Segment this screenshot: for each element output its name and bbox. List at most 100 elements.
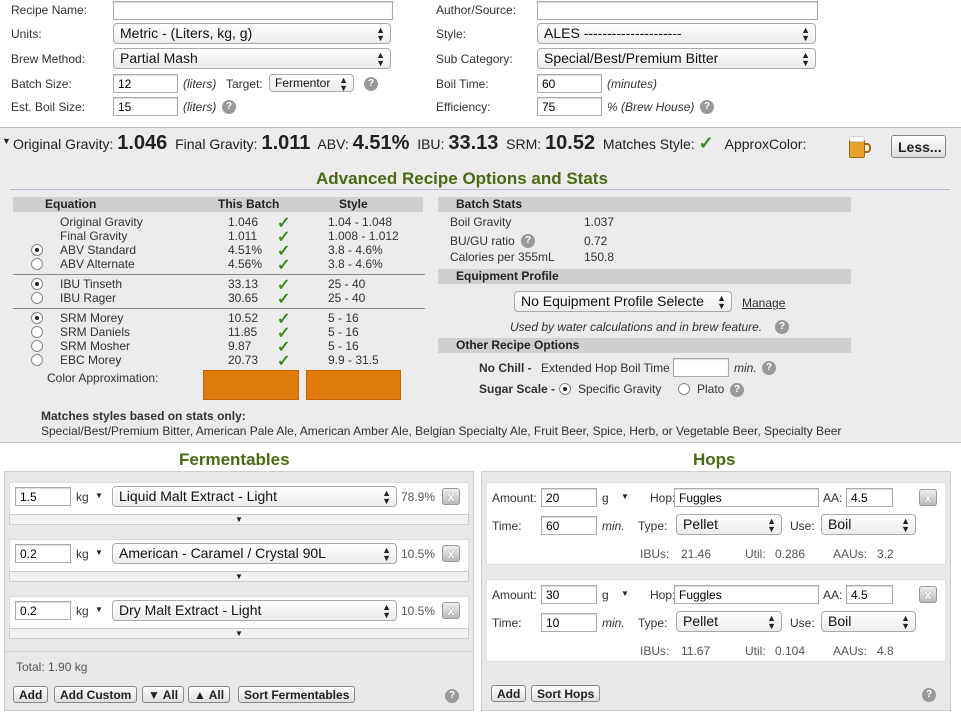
hop-name-input[interactable]	[674, 585, 819, 604]
help-icon[interactable]: ?	[762, 361, 776, 375]
hop-use-select[interactable]: Boil ▲ ▼	[821, 514, 916, 535]
hop-name-input[interactable]	[674, 488, 819, 507]
fermentable-amount-input[interactable]	[15, 544, 71, 563]
plato-radio[interactable]	[678, 383, 690, 395]
unit-dropdown-icon[interactable]: ▼	[95, 491, 103, 500]
expand-row-toggle[interactable]: ▼	[9, 571, 469, 582]
equipment-select[interactable]: No Equipment Profile Selecte ▲ ▼	[514, 291, 732, 312]
fermentable-select[interactable]: American - Caramel / Crystal 90L ▲ ▼	[112, 543, 397, 564]
help-icon[interactable]: ?	[521, 234, 535, 248]
extended-hop-input[interactable]	[673, 358, 729, 377]
add-custom-button[interactable]: Add Custom	[54, 686, 138, 703]
units-select[interactable]: Metric - (Liters, kg, g) ▲ ▼	[113, 23, 391, 44]
manage-link[interactable]: Manage	[742, 296, 785, 310]
recipe-name-input[interactable]	[113, 1, 393, 20]
remove-fermentable-button[interactable]: x	[442, 488, 460, 505]
fermentable-select[interactable]: Dry Malt Extract - Light ▲ ▼	[112, 600, 397, 621]
help-icon[interactable]: ?	[445, 689, 459, 703]
fermentable-select[interactable]: Liquid Malt Extract - Light ▲ ▼	[112, 486, 397, 507]
expand-row-toggle[interactable]: ▼	[9, 628, 469, 639]
fermentable-amount-input[interactable]	[15, 487, 71, 506]
hop-unit[interactable]: g	[602, 588, 609, 602]
equation-radio[interactable]	[31, 340, 43, 352]
remove-hop-button[interactable]: x	[919, 489, 937, 506]
summary-line: Original Gravity: 1.046 Final Gravity: 1…	[13, 132, 806, 155]
equation-radio[interactable]	[31, 312, 43, 324]
batch-size-input[interactable]	[113, 74, 178, 93]
equation-radio[interactable]	[31, 292, 43, 304]
help-icon[interactable]: ?	[364, 77, 378, 91]
efficiency-unit: % (Brew House)	[607, 100, 695, 114]
hop-util-label: Util:	[745, 547, 766, 561]
hop-aa-input[interactable]	[846, 585, 893, 604]
brew-method-select[interactable]: Partial Mash ▲ ▼	[113, 48, 391, 69]
hop-type-select[interactable]: Pellet ▲ ▼	[676, 514, 782, 535]
equation-name: SRM Morey	[60, 311, 124, 325]
equation-radio[interactable]	[31, 258, 43, 270]
divider	[13, 308, 425, 309]
unit-dropdown-icon[interactable]: ▼	[621, 589, 629, 598]
hop-use-select[interactable]: Boil ▲ ▼	[821, 611, 916, 632]
remove-fermentable-button[interactable]: x	[442, 602, 460, 619]
help-icon[interactable]: ?	[700, 100, 714, 114]
help-icon[interactable]: ?	[222, 100, 236, 114]
hop-ibus-value: 21.46	[681, 547, 712, 561]
equation-radio[interactable]	[31, 326, 43, 338]
fermentable-unit[interactable]: kg	[76, 490, 89, 504]
efficiency-input[interactable]	[537, 97, 602, 116]
unit-dropdown-icon[interactable]: ▼	[95, 605, 103, 614]
target-value: Fermentor	[275, 76, 331, 90]
add-fermentable-button[interactable]: Add	[13, 686, 49, 703]
fermentable-percent: 10.5%	[401, 604, 436, 618]
fermentable-name: Dry Malt Extract - Light	[119, 602, 262, 618]
ibu-value: 33.13	[448, 132, 499, 154]
expand-all-button[interactable]: ▲ All	[188, 686, 231, 703]
equation-radio[interactable]	[31, 278, 43, 290]
add-hop-button[interactable]: Add	[491, 685, 527, 702]
fermentable-unit[interactable]: kg	[76, 604, 89, 618]
sort-fermentables-button[interactable]: Sort Fermentables	[238, 686, 356, 703]
expand-row-toggle[interactable]: ▼	[9, 514, 469, 525]
author-label: Author/Source:	[436, 3, 517, 17]
help-icon[interactable]: ?	[775, 320, 789, 334]
hop-amount-input[interactable]	[541, 585, 597, 604]
style-color-swatch	[306, 370, 401, 400]
equation-radio[interactable]	[31, 244, 43, 256]
batch-size-label: Batch Size:	[11, 77, 72, 91]
unit-dropdown-icon[interactable]: ▼	[95, 548, 103, 557]
fermentable-unit[interactable]: kg	[76, 547, 89, 561]
hop-amount-input[interactable]	[541, 488, 597, 507]
unit-dropdown-icon[interactable]: ▼	[621, 492, 629, 501]
select-arrows-icon: ▲ ▼	[382, 545, 391, 563]
style-select[interactable]: ALES --------------------- ▲ ▼	[537, 23, 816, 44]
help-icon[interactable]: ?	[922, 688, 936, 702]
hop-util-label: Util:	[745, 644, 766, 658]
collapse-triangle-icon[interactable]: ▼	[2, 136, 11, 146]
less-button[interactable]: Less...	[891, 135, 946, 158]
equation-style-range: 9.9 - 31.5	[328, 353, 379, 367]
est-boil-input[interactable]	[113, 97, 178, 116]
collapse-all-button[interactable]: ▼ All	[142, 686, 185, 703]
fermentable-amount-input[interactable]	[15, 601, 71, 620]
fermentable-name: American - Caramel / Crystal 90L	[119, 545, 326, 561]
target-select[interactable]: Fermentor ▲ ▼	[269, 74, 354, 92]
remove-hop-button[interactable]: x	[919, 586, 937, 603]
sort-hops-button[interactable]: Sort Hops	[531, 685, 601, 702]
sg-radio[interactable]	[559, 383, 571, 395]
subcat-select[interactable]: Special/Best/Premium Bitter ▲ ▼	[537, 48, 816, 69]
hop-aa-input[interactable]	[846, 488, 893, 507]
equation-radio[interactable]	[31, 354, 43, 366]
hop-time-input[interactable]	[541, 516, 597, 535]
remove-fermentable-button[interactable]: x	[442, 545, 460, 562]
hop-time-input[interactable]	[541, 613, 597, 632]
help-icon[interactable]: ?	[730, 383, 744, 397]
abv-label: ABV:	[317, 136, 349, 152]
equation-style-range: 5 - 16	[328, 325, 359, 339]
hop-type-select[interactable]: Pellet ▲ ▼	[676, 611, 782, 632]
author-input[interactable]	[537, 1, 818, 20]
hop-unit[interactable]: g	[602, 491, 609, 505]
boil-time-input[interactable]	[537, 74, 602, 93]
equation-name: Final Gravity	[60, 229, 128, 243]
select-arrows-icon: ▲ ▼	[376, 50, 385, 68]
og-value: 1.046	[117, 132, 168, 154]
